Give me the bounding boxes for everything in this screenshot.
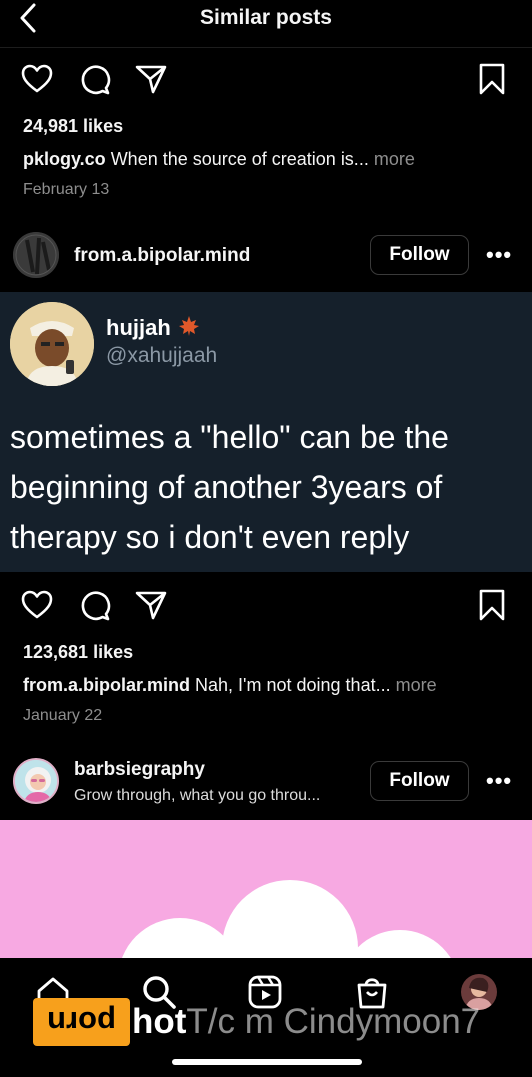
post2-caption-text: Nah, I'm not doing that...: [190, 675, 391, 695]
post2-more-options-icon[interactable]: •••: [486, 242, 516, 267]
like-heart-icon[interactable]: [20, 588, 54, 622]
post2-date: January 22: [23, 707, 103, 724]
share-paper-plane-icon[interactable]: [134, 62, 168, 96]
share-paper-plane-icon[interactable]: [134, 588, 168, 622]
home-indicator: [172, 1059, 362, 1065]
post1-action-row: [0, 62, 532, 102]
post2-likes-count[interactable]: 123,681 likes: [23, 642, 133, 663]
post3-subtitle: Grow through, what you go throu...: [74, 787, 321, 804]
cloud-illustration: [121, 880, 452, 960]
post2-follow-button[interactable]: Follow: [370, 235, 469, 275]
post1-caption-more-link[interactable]: more: [369, 149, 415, 169]
watermark-logo-text: porn: [47, 1005, 116, 1040]
comment-bubble-icon[interactable]: [78, 62, 112, 96]
post1-caption: pklogy.co When the source of creation is…: [23, 149, 415, 170]
watermark-bold-text: hot: [132, 1002, 187, 1041]
top-bar: Similar posts: [0, 0, 532, 48]
post2-avatar[interactable]: [13, 232, 59, 278]
bookmark-icon[interactable]: [475, 62, 509, 96]
post1-caption-text: When the source of creation is...: [105, 149, 369, 169]
post2-action-row: [0, 588, 532, 628]
post3-username[interactable]: barbsiegraphy: [74, 759, 205, 781]
watermark-logo: porn: [33, 998, 130, 1046]
watermark-rest-text: T/c m Cindymoon7: [186, 1002, 481, 1041]
post2-caption-more-link[interactable]: more: [391, 675, 437, 695]
post2-caption-username[interactable]: from.a.bipolar.mind: [23, 675, 190, 695]
post2-username[interactable]: from.a.bipolar.mind: [74, 245, 250, 267]
watermark-text: hotT/c m Cindymoon7: [132, 1002, 480, 1042]
tweet-author-avatar: [10, 302, 94, 386]
post1-date: February 13: [23, 181, 110, 198]
post3-avatar[interactable]: [13, 758, 59, 804]
post1-likes-count[interactable]: 24,981 likes: [23, 116, 123, 137]
page-title: Similar posts: [200, 6, 332, 29]
comment-bubble-icon[interactable]: [78, 588, 112, 622]
post2-caption: from.a.bipolar.mind Nah, I'm not doing t…: [23, 675, 437, 696]
post3-follow-button[interactable]: Follow: [370, 761, 469, 801]
tweet-author-name-text: hujjah: [106, 315, 171, 340]
post2-header: from.a.bipolar.mind Follow •••: [0, 228, 532, 284]
bookmark-icon[interactable]: [475, 588, 509, 622]
post3-more-options-icon[interactable]: •••: [486, 768, 516, 793]
post1-caption-username[interactable]: pklogy.co: [23, 149, 106, 169]
post3-header: barbsiegraphy Grow through, what you go …: [0, 754, 532, 810]
post2-image-tweet[interactable]: hujjah @xahujjaah sometimes a "hello" ca…: [0, 292, 532, 572]
like-heart-icon[interactable]: [20, 62, 54, 96]
tweet-author-handle: @xahujjaah: [106, 344, 218, 367]
tweet-body-text: sometimes a "hello" can be the beginning…: [10, 419, 449, 555]
post3-image[interactable]: [0, 820, 532, 960]
tweet-author-name: hujjah: [106, 314, 201, 341]
maple-leaf-icon: [178, 316, 199, 336]
